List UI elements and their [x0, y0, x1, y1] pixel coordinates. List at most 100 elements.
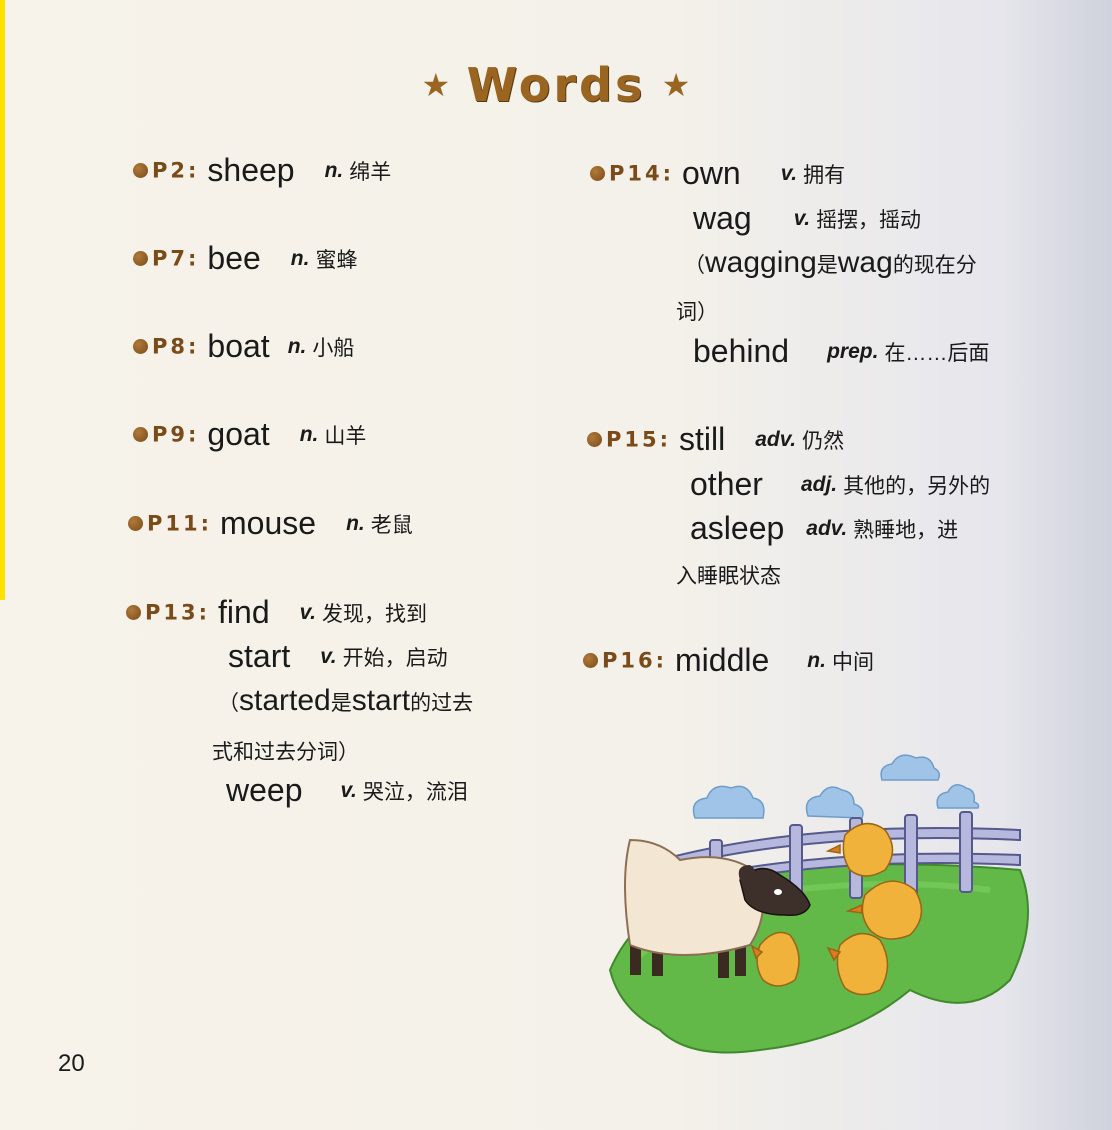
grammar-note-wagging-line2: 词） [676, 301, 718, 324]
word: own [682, 155, 741, 191]
page-ref: P7: [152, 246, 200, 271]
meaning: 拥有 [803, 163, 846, 187]
word-entry-start: start v. 开始，启动 [228, 638, 448, 675]
meaning: 其他的，另外的 [843, 474, 991, 498]
page-title: Words [466, 58, 646, 112]
grammar-note-started-line2: 式和过去分词） [212, 741, 359, 764]
part-of-speech: adj. [800, 472, 838, 496]
part-of-speech: v. [780, 161, 798, 185]
meaning: 发现，找到 [321, 602, 427, 626]
cloud-icon [692, 785, 765, 819]
dot-bullet-icon [133, 163, 148, 178]
page-number: 20 [58, 1050, 85, 1077]
word: start [228, 638, 291, 674]
note-word: started [239, 684, 331, 717]
meaning: 老鼠 [370, 513, 413, 537]
dot-bullet-icon [590, 166, 605, 181]
word: bee [207, 240, 261, 276]
grammar-note-started: （started是start的过去 [218, 684, 473, 718]
meaning: 开始，启动 [342, 646, 448, 670]
note-text: 是 [330, 692, 352, 715]
cloud-icon [805, 786, 864, 819]
note-text: 是 [816, 254, 838, 277]
word-entry-mouse: P11: mouse n. 老鼠 [128, 505, 413, 542]
dot-bullet-icon [583, 653, 598, 668]
part-of-speech: v. [320, 644, 337, 668]
meaning: 在……后面 [884, 341, 990, 365]
word: middle [675, 642, 770, 678]
title-block: ★ Words ★ [0, 58, 1112, 112]
page-ref: P11: [147, 511, 213, 536]
word-entry-find: P13: find v. 发现，找到 [126, 594, 427, 631]
cloud-icon [880, 754, 941, 781]
part-of-speech: n. [290, 246, 310, 270]
cloud-icon [936, 784, 980, 809]
part-of-speech: n. [807, 648, 826, 672]
word: sheep [207, 152, 295, 188]
word: find [218, 594, 270, 630]
word: boat [207, 328, 270, 364]
meaning: 熟睡地，进 [853, 518, 959, 542]
star-icon: ★ [661, 67, 691, 103]
word-entry-still: P15: still adv. 仍然 [587, 421, 844, 458]
dot-bullet-icon [128, 516, 143, 531]
word: weep [226, 772, 303, 808]
page-ref: P9: [152, 422, 200, 447]
part-of-speech: adv. [755, 427, 797, 451]
meaning: 小船 [312, 336, 355, 360]
word: behind [693, 333, 790, 369]
note-text: 的现在分 [892, 254, 977, 277]
note-word: wagging [705, 246, 817, 279]
part-of-speech: n. [324, 158, 344, 182]
note-paren: （ [218, 692, 239, 715]
word-entry-sheep: P2: sheep n. 绵羊 [133, 152, 391, 189]
meaning: 中间 [831, 650, 874, 674]
meaning-continuation: 入睡眠状态 [676, 565, 781, 588]
meaning: 摇摆，摇动 [816, 208, 922, 232]
page-ref: P8: [152, 334, 200, 359]
word: other [690, 466, 763, 502]
part-of-speech: n. [299, 422, 319, 446]
word-entry-other: other adj. 其他的，另外的 [690, 466, 990, 503]
page-ref: P16: [602, 648, 668, 673]
word: mouse [220, 505, 317, 541]
book-page: ★ Words ★ P2: sheep n. 绵羊 P7: bee n. 蜜蜂 P8: boa… [0, 0, 1112, 1130]
word-entry-weep: weep v. 哭泣，流泪 [226, 772, 468, 809]
word: still [679, 421, 726, 457]
dot-bullet-icon [133, 339, 148, 354]
part-of-speech: n. [346, 511, 365, 535]
word-entry-boat: P8: boat n. 小船 [133, 328, 354, 365]
meaning: 蜜蜂 [315, 248, 358, 272]
note-word: wag [837, 246, 893, 279]
part-of-speech: adv. [806, 516, 848, 540]
word-entry-asleep: asleep adv. 熟睡地，进 [690, 510, 958, 547]
word: asleep [690, 510, 785, 546]
word-entry-own: P14: own v. 拥有 [590, 155, 845, 192]
dot-bullet-icon [587, 432, 602, 447]
note-paren: （ [684, 254, 705, 277]
part-of-speech: v. [793, 206, 811, 230]
star-icon: ★ [421, 67, 451, 103]
page-ref: P2: [152, 158, 200, 183]
meaning: 哭泣，流泪 [362, 780, 468, 804]
page-ref: P13: [145, 600, 211, 625]
dot-bullet-icon [126, 605, 141, 620]
part-of-speech: prep. [827, 339, 879, 363]
meaning: 山羊 [324, 424, 367, 448]
word: wag [693, 200, 752, 236]
page-ref: P14: [609, 161, 675, 186]
word-entry-wag: wag v. 摇摆，摇动 [693, 200, 921, 237]
sheep-and-chicks-illustration [608, 754, 1029, 1054]
word-entry-middle: P16: middle n. 中间 [583, 642, 874, 679]
word-entry-behind: behind prep. 在……后面 [693, 333, 989, 370]
grammar-note-wagging: （wagging是wag的现在分 [684, 246, 977, 280]
dot-bullet-icon [133, 427, 148, 442]
word-entry-bee: P7: bee n. 蜜蜂 [133, 240, 357, 277]
part-of-speech: n. [287, 334, 307, 358]
meaning: 绵羊 [349, 160, 392, 184]
note-text: 的过去 [410, 692, 474, 715]
word-entry-goat: P9: goat n. 山羊 [133, 416, 366, 453]
page-ref: P15: [606, 427, 672, 452]
part-of-speech: v. [299, 600, 316, 624]
word: goat [207, 416, 270, 452]
